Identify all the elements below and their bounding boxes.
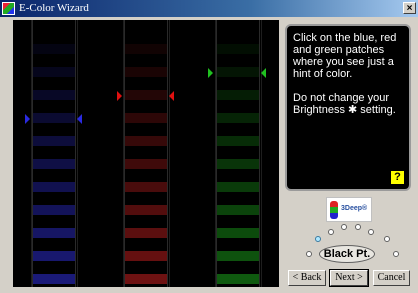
red-patch[interactable] — [125, 113, 167, 123]
red-patch[interactable] — [125, 274, 167, 284]
step-indicator-dot — [328, 229, 334, 235]
step-indicator-dot — [355, 224, 361, 230]
green-patch[interactable] — [217, 113, 259, 123]
step-indicator-dot — [306, 251, 312, 257]
green-column — [216, 20, 260, 287]
step-indicator-dot — [368, 229, 374, 235]
green-patch[interactable] — [217, 90, 259, 100]
next-button[interactable]: Next > — [329, 269, 369, 287]
green-patch[interactable] — [217, 44, 259, 54]
black-point-button[interactable]: Black Pt. — [319, 245, 375, 263]
app-icon — [2, 2, 15, 15]
green-patch[interactable] — [217, 274, 259, 284]
red-selection-marker-right — [169, 91, 174, 101]
green-patch[interactable] — [217, 228, 259, 238]
green-patch[interactable] — [217, 205, 259, 215]
title-bar: E-Color Wizard × — [0, 0, 418, 17]
red-selection-marker-left — [117, 91, 122, 101]
blue-patch[interactable] — [33, 159, 75, 169]
step-indicator-dot — [393, 251, 399, 257]
red-patch[interactable] — [125, 251, 167, 261]
blue-patch[interactable] — [33, 113, 75, 123]
red-patch[interactable] — [125, 67, 167, 77]
blue-selection-marker-left — [25, 114, 30, 124]
red-patch[interactable] — [125, 182, 167, 192]
blue-patch[interactable] — [33, 67, 75, 77]
step-indicator-dot — [315, 236, 321, 242]
green-patch[interactable] — [217, 136, 259, 146]
3deep-logo: 3Deep® — [326, 197, 372, 222]
blue-patch[interactable] — [33, 205, 75, 215]
red-patch[interactable] — [125, 90, 167, 100]
blue-patch[interactable] — [33, 44, 75, 54]
green-patch[interactable] — [217, 159, 259, 169]
blue-patch[interactable] — [33, 136, 75, 146]
red-patch[interactable] — [125, 136, 167, 146]
step-indicator-dot — [341, 224, 347, 230]
instructions-text: Click on the blue, red and green patches… — [293, 32, 397, 80]
logo-text: 3Deep® — [341, 205, 368, 212]
red-column — [124, 20, 168, 287]
red-patch[interactable] — [125, 44, 167, 54]
red-patch[interactable] — [125, 159, 167, 169]
window-title: E-Color Wizard — [19, 2, 89, 14]
close-button[interactable]: × — [403, 2, 416, 14]
red-patch[interactable] — [125, 205, 167, 215]
instructions-panel: Click on the blue, red and green patches… — [285, 24, 411, 191]
blue-patch[interactable] — [33, 182, 75, 192]
step-indicator-dot — [384, 236, 390, 242]
green-patch[interactable] — [217, 182, 259, 192]
blue-patch[interactable] — [33, 274, 75, 284]
brightness-warning: Do not change your Brightness ✱ setting. — [293, 92, 396, 116]
help-button[interactable]: ? — [391, 171, 404, 184]
blue-patch[interactable] — [33, 251, 75, 261]
blue-column — [32, 20, 76, 287]
logo-mark-icon — [330, 201, 338, 219]
green-patch[interactable] — [217, 67, 259, 77]
back-button[interactable]: < Back — [288, 270, 326, 286]
blue-selection-marker-right — [77, 114, 82, 124]
red-patch[interactable] — [125, 228, 167, 238]
blue-patch[interactable] — [33, 228, 75, 238]
green-selection-marker-right — [261, 68, 266, 78]
green-selection-marker-left — [208, 68, 213, 78]
blue-patch[interactable] — [33, 90, 75, 100]
color-patch-panel — [13, 20, 279, 287]
cancel-button[interactable]: Cancel — [373, 270, 410, 286]
green-patch[interactable] — [217, 251, 259, 261]
